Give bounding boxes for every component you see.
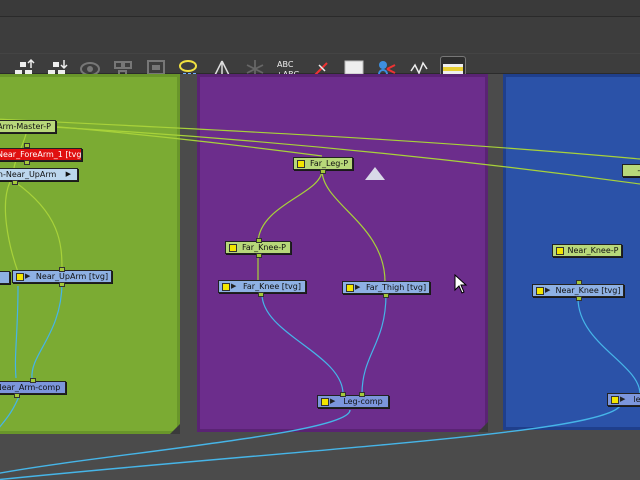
- play-arrow-icon: ▶: [545, 286, 551, 294]
- play-arrow-icon: ▶: [231, 282, 237, 290]
- input-port[interactable]: [340, 392, 346, 397]
- output-port[interactable]: [59, 282, 65, 287]
- node-label: Far_Leg-P: [309, 159, 349, 168]
- enable-toggle-icon[interactable]: [556, 247, 564, 255]
- play-arrow-icon: ▶: [65, 170, 71, 178]
- output-port[interactable]: [576, 296, 582, 301]
- enable-toggle-icon[interactable]: [229, 244, 237, 252]
- output-port[interactable]: [320, 169, 326, 174]
- backdrop-resize-handle[interactable]: [170, 424, 180, 434]
- input-port[interactable]: [30, 378, 36, 383]
- input-port[interactable]: [59, 267, 65, 272]
- svg-text:ABC: ABC: [277, 60, 294, 69]
- blue-composite-node[interactable]: ▶ le: [607, 393, 640, 406]
- arm-master-peg-node[interactable]: Arm-Master-P: [0, 120, 56, 133]
- node-label: Near_ForeArm_1 [tvg]: [0, 150, 82, 159]
- enable-toggle-icon[interactable]: [321, 398, 329, 406]
- node-view-canvas[interactable]: Arm-Master-P Near_ForeArm_1 [tvg] on-Nea…: [0, 74, 640, 480]
- node-label: Far_Knee [tvg]: [243, 282, 301, 291]
- input-port[interactable]: [576, 280, 582, 285]
- leg-composite-node[interactable]: ▶ Leg-comp: [317, 395, 389, 408]
- input-port[interactable]: [256, 238, 262, 243]
- node-label: Near_Knee [tvg]: [555, 286, 621, 295]
- blue-top-peg-node[interactable]: -I: [622, 164, 640, 177]
- enable-toggle-icon[interactable]: [16, 273, 24, 281]
- enable-toggle-icon[interactable]: [222, 283, 230, 291]
- node-label: Arm-Master-P: [0, 122, 51, 131]
- node-label: Far_Knee-P: [242, 243, 286, 252]
- toolbar-divider: [0, 53, 640, 54]
- node-label: on-Near_UpArm: [0, 170, 57, 179]
- output-port[interactable]: [14, 393, 20, 398]
- output-port[interactable]: [24, 160, 30, 165]
- collapse-triangle-icon[interactable]: [365, 167, 385, 180]
- node-label: Far_Thigh [tvg]: [365, 283, 427, 292]
- partial-node[interactable]: [0, 271, 10, 284]
- output-port[interactable]: [12, 180, 18, 185]
- near-knee-peg-node[interactable]: Near_Knee-P: [552, 244, 622, 257]
- output-port[interactable]: [24, 143, 30, 148]
- node-label: Near_Knee-P: [567, 246, 619, 255]
- output-port[interactable]: [258, 292, 264, 297]
- node-label: Near_Arm-comp: [0, 383, 61, 392]
- play-arrow-icon: ▶: [620, 395, 626, 403]
- node-label: le: [633, 395, 640, 404]
- node-label: -I: [637, 166, 640, 175]
- enable-toggle-icon[interactable]: [536, 287, 544, 295]
- output-port[interactable]: [383, 293, 389, 298]
- play-arrow-icon: ▶: [355, 283, 361, 291]
- output-port[interactable]: [256, 253, 262, 258]
- node-label: Near_UpArm [tvg]: [35, 272, 109, 281]
- near-forearm-node-selected[interactable]: Near_ForeArm_1 [tvg]: [0, 148, 82, 161]
- play-arrow-icon: ▶: [25, 272, 31, 280]
- enable-toggle-icon[interactable]: [297, 160, 305, 168]
- enable-toggle-icon[interactable]: [346, 284, 354, 292]
- mouse-pointer-icon: [454, 274, 468, 294]
- input-port[interactable]: [359, 392, 365, 397]
- play-arrow-icon: ▶: [330, 397, 336, 405]
- title-bar: [0, 0, 640, 17]
- enable-toggle-icon[interactable]: [611, 396, 619, 404]
- node-view-toolbar: ABC+ABC: [0, 17, 640, 82]
- backdrop-resize-handle[interactable]: [478, 422, 488, 432]
- node-label: Leg-comp: [343, 397, 383, 406]
